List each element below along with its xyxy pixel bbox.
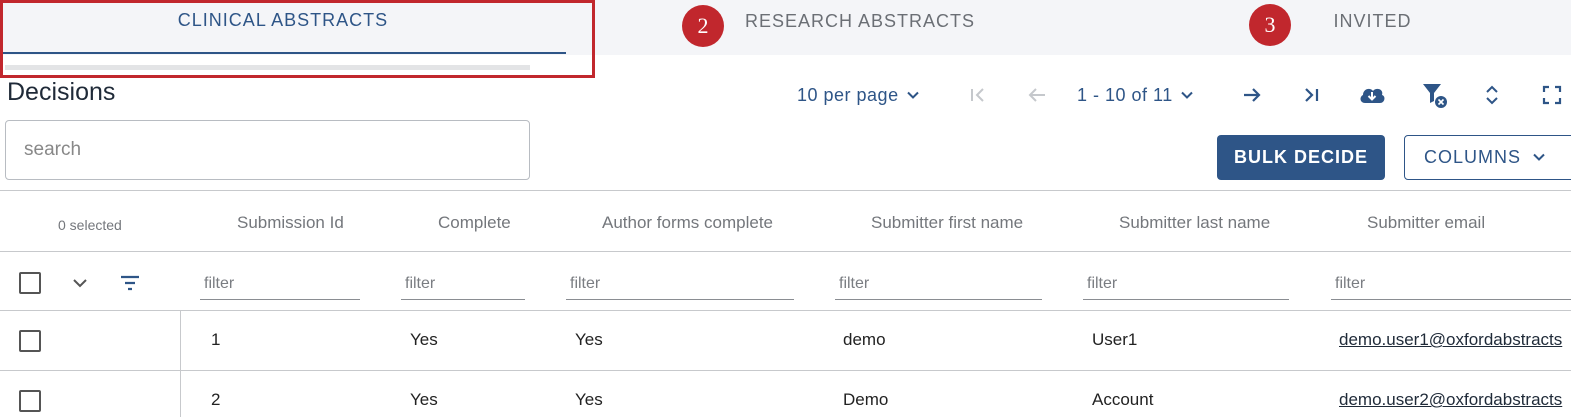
filter-list-icon[interactable]	[115, 268, 145, 298]
cell-last-name: User1	[1092, 330, 1138, 349]
chevron-down-icon	[1181, 91, 1193, 99]
columns-button-label: COLUMNS	[1424, 147, 1522, 167]
columns-button[interactable]: COLUMNS	[1404, 135, 1571, 180]
cell-submission-id: 2	[211, 390, 221, 409]
bulk-decide-button[interactable]: BULK DECIDE	[1217, 135, 1385, 180]
filter-complete[interactable]	[401, 268, 525, 300]
divider	[0, 310, 1571, 311]
last-page-icon[interactable]	[1297, 80, 1327, 110]
chevron-down-icon	[1533, 153, 1545, 161]
next-page-icon[interactable]	[1237, 80, 1267, 110]
cloud-download-icon[interactable]	[1357, 80, 1387, 110]
cell-first-name: demo	[843, 330, 886, 349]
column-header-submitter-email[interactable]: Submitter email	[1367, 213, 1485, 233]
per-page-label: 10 per page	[797, 84, 899, 105]
select-all-checkbox[interactable]	[19, 272, 41, 294]
tab-label: RESEARCH ABSTRACTS	[744, 11, 976, 31]
chevron-down-icon[interactable]	[65, 268, 95, 298]
column-header-author-forms-complete[interactable]: Author forms complete	[602, 213, 773, 233]
tab-clinical-abstracts[interactable]: CLINICAL ABSTRACTS	[0, 0, 566, 54]
search-input[interactable]	[5, 120, 530, 180]
tab-invited[interactable]: INVITED	[1300, 0, 1445, 55]
cell-complete: Yes	[410, 390, 438, 409]
filter-submitter-first-name[interactable]	[835, 268, 1042, 300]
cell-last-name: Account	[1092, 390, 1154, 409]
cell-first-name: Demo	[843, 390, 889, 409]
expand-collapse-icon[interactable]	[1477, 80, 1507, 110]
row-checkbox[interactable]	[19, 330, 41, 352]
chevron-down-icon	[906, 91, 919, 99]
cell-author-forms-complete: Yes	[575, 390, 603, 409]
cell-submission-id: 1	[211, 330, 221, 349]
cell-complete: Yes	[410, 330, 438, 349]
cell-author-forms-complete: Yes	[575, 330, 603, 349]
column-header-submitter-first-name[interactable]: Submitter first name	[871, 213, 1023, 233]
filter-submission-id[interactable]	[200, 268, 360, 300]
page-range-label: 1 - 10 of 11	[1077, 84, 1173, 105]
column-divider	[180, 310, 181, 417]
row-checkbox[interactable]	[19, 390, 41, 412]
divider	[0, 190, 1571, 191]
divider	[0, 251, 1571, 252]
filter-submitter-email[interactable]	[1331, 268, 1571, 300]
tab-research-abstracts[interactable]: RESEARCH ABSTRACTS	[725, 0, 995, 55]
page-title: Decisions	[7, 78, 116, 106]
clear-filter-icon[interactable]	[1420, 80, 1450, 110]
column-header-submission-id[interactable]: Submission Id	[237, 213, 344, 233]
column-header-submitter-last-name[interactable]: Submitter last name	[1119, 213, 1270, 233]
tab-label: CLINICAL ABSTRACTS	[177, 9, 389, 30]
previous-page-icon[interactable]	[1022, 80, 1052, 110]
per-page-select[interactable]: 10 per page	[797, 78, 921, 112]
filter-author-forms-complete[interactable]	[566, 268, 794, 300]
filter-submitter-last-name[interactable]	[1083, 268, 1289, 300]
step-badge: 2	[682, 5, 724, 47]
step-badge: 3	[1249, 4, 1291, 46]
divider	[0, 370, 1571, 371]
column-header-complete[interactable]: Complete	[438, 213, 511, 233]
first-page-icon[interactable]	[963, 80, 993, 110]
cell-email-link[interactable]: demo.user2@oxfordabstracts	[1339, 390, 1562, 410]
selected-count: 0 selected	[58, 217, 122, 233]
tab-label: INVITED	[1333, 11, 1412, 31]
tab-scroll-indicator	[5, 65, 530, 70]
cell-email-link[interactable]: demo.user1@oxfordabstracts	[1339, 330, 1562, 350]
fullscreen-icon[interactable]	[1537, 80, 1567, 110]
page-range-select[interactable]: 1 - 10 of 11	[1077, 78, 1195, 112]
